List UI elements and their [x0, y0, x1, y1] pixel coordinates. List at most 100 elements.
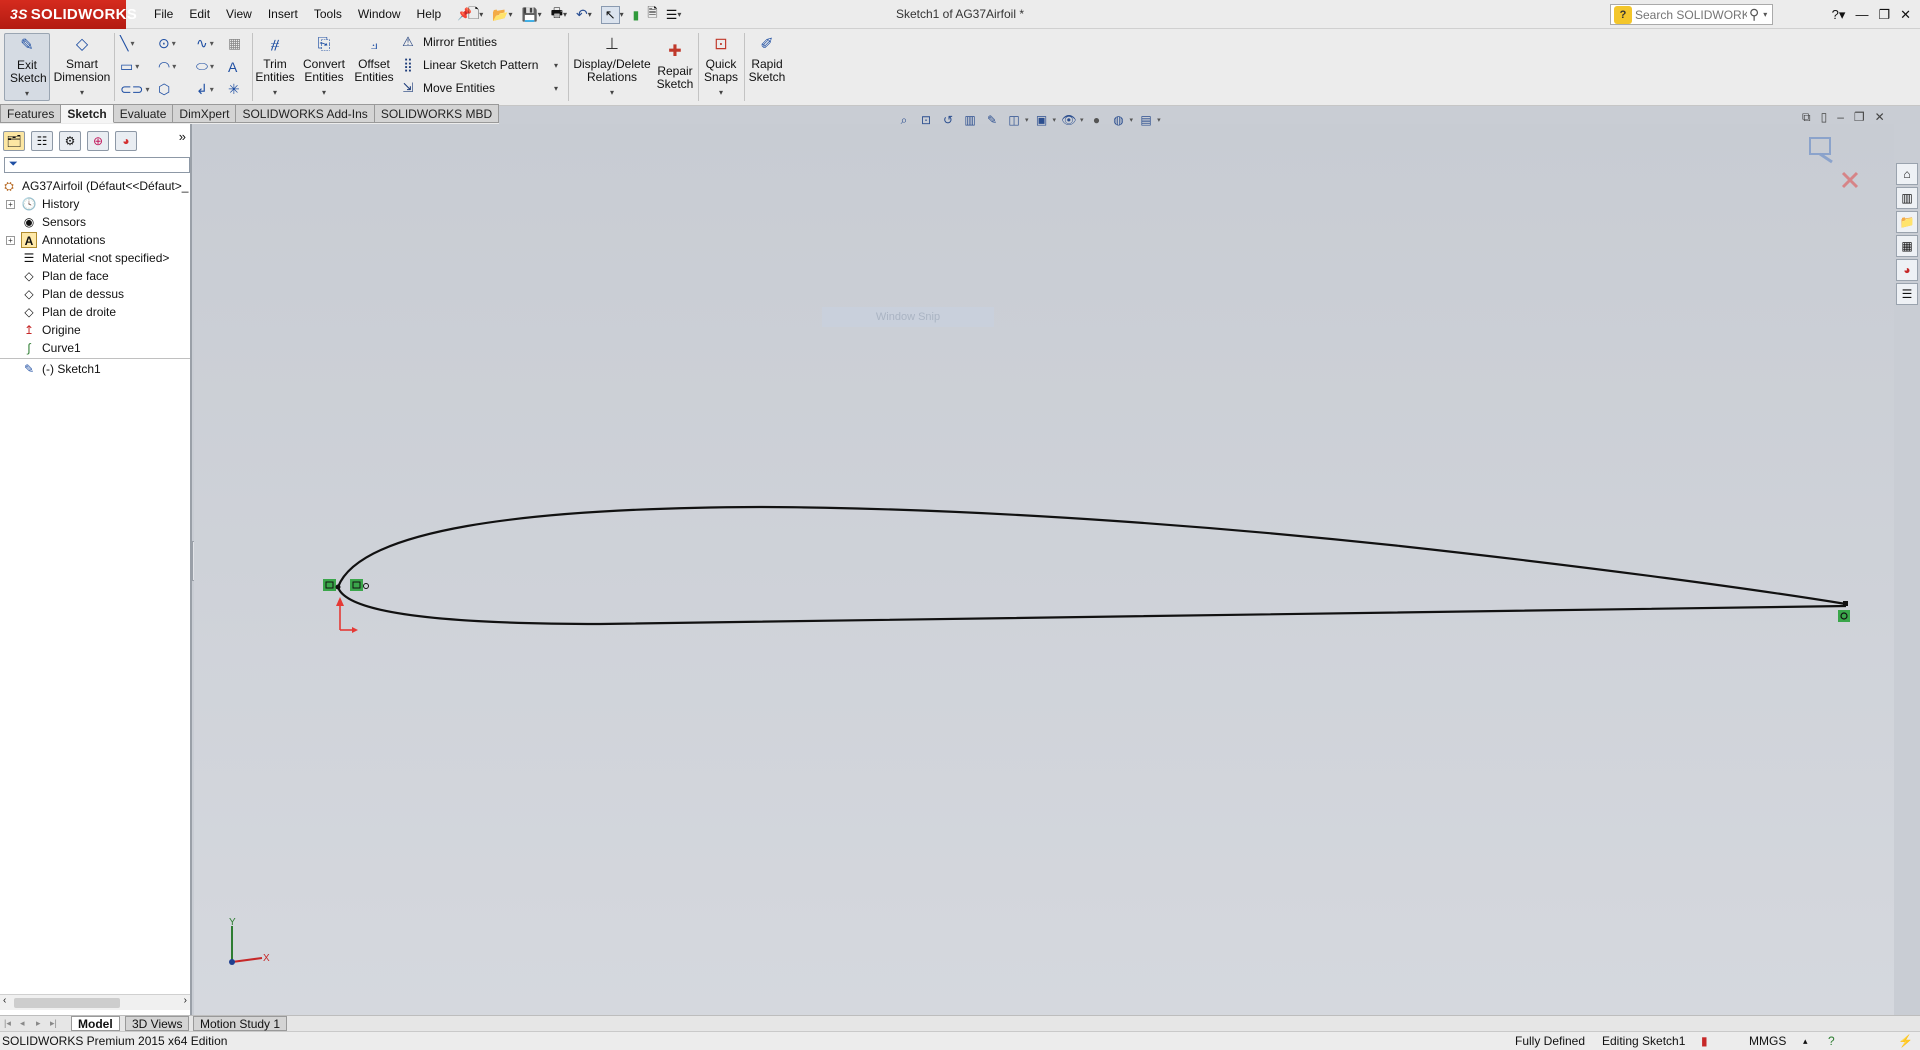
tab-solidworks-add-ins[interactable]: SOLIDWORKS Add-Ins: [236, 104, 375, 123]
tab-sketch[interactable]: Sketch: [61, 104, 114, 123]
graphics-area[interactable]: [194, 124, 1894, 1015]
tree-horizontal-scrollbar[interactable]: ‹ ›: [0, 994, 190, 1010]
tree-filter[interactable]: ⏷: [4, 157, 190, 173]
dynamic-annotation-icon[interactable]: ✎: [984, 112, 1000, 128]
apply-scene-icon[interactable]: ◍: [1111, 112, 1127, 128]
tab-dimxpert[interactable]: DimXpert: [173, 104, 237, 123]
restore-icon[interactable]: ❐: [1878, 7, 1890, 23]
tab-model[interactable]: Model: [71, 1016, 120, 1031]
cancel-sketch-x-icon[interactable]: [1841, 171, 1859, 189]
save-icon[interactable]: 💾: [521, 7, 537, 23]
pattern-dropdown-icon[interactable]: ▾: [554, 61, 558, 70]
scroll-right-icon[interactable]: ›: [184, 995, 187, 1006]
relations-dropdown-icon[interactable]: ▾: [572, 86, 652, 99]
property-manager-tab-icon[interactable]: ☷: [31, 131, 53, 151]
rapid-sketch-button[interactable]: ✐ Rapid Sketch: [746, 33, 788, 101]
repair-sketch-button[interactable]: ✚ Repair Sketch: [654, 40, 696, 108]
view-orientation-dropdown-icon[interactable]: ▾: [1025, 116, 1029, 124]
polygon-tool-icon[interactable]: ⬡: [158, 78, 196, 101]
options-dropdown-icon[interactable]: ▾: [677, 10, 681, 19]
convert-entities-button[interactable]: ⎘ Convert Entities ▾: [298, 33, 350, 101]
hide-show-dropdown-icon[interactable]: ▾: [1080, 116, 1084, 124]
quick-snaps-button[interactable]: ⊡ Quick Snaps ▾: [700, 33, 742, 101]
section-view-icon[interactable]: ▥: [962, 112, 978, 128]
display-delete-relations-button[interactable]: ⊥ Display/Delete Relations ▾: [572, 33, 652, 101]
next-tab-icon[interactable]: ▸: [36, 1018, 41, 1029]
last-tab-icon[interactable]: ▸|: [50, 1018, 57, 1029]
hide-show-items-icon[interactable]: 👁: [1061, 112, 1077, 128]
point-tool-icon[interactable]: ✳: [228, 78, 248, 101]
open-dropdown-icon[interactable]: ▾: [508, 10, 512, 19]
tab-motion-study-1[interactable]: Motion Study 1: [193, 1016, 288, 1031]
offset-entities-button[interactable]: ⟓ Offset Entities: [352, 33, 396, 101]
search-input[interactable]: [1635, 7, 1747, 22]
rollback-bar[interactable]: [0, 358, 190, 359]
menu-edit[interactable]: Edit: [181, 0, 218, 29]
menu-help[interactable]: Help: [409, 0, 450, 29]
convert-dropdown-icon[interactable]: ▾: [298, 86, 350, 99]
open-folder-icon[interactable]: 📂: [492, 7, 508, 23]
edit-appearance-icon[interactable]: ●: [1089, 112, 1105, 128]
display-style-dropdown-icon[interactable]: ▾: [1053, 116, 1057, 124]
mirror-entities-button[interactable]: ⚠ Mirror Entities: [399, 32, 497, 52]
magnifier-icon[interactable]: ⚲: [1749, 6, 1759, 23]
appearances-icon[interactable]: ◕: [1896, 259, 1918, 281]
select-arrow-icon[interactable]: ↖: [600, 5, 620, 24]
rebuild-traffic-light-icon[interactable]: ▮: [633, 8, 640, 22]
design-library-icon[interactable]: ▥: [1896, 187, 1918, 209]
tree-item-sensors[interactable]: ◉ Sensors: [0, 213, 190, 231]
configuration-manager-tab-icon[interactable]: ⚙: [59, 131, 81, 151]
exit-sketch-confirm-icon[interactable]: [1809, 137, 1833, 164]
linear-sketch-pattern-button[interactable]: ⣿ Linear Sketch Pattern ▾: [399, 55, 558, 75]
tab-evaluate[interactable]: Evaluate: [113, 104, 174, 123]
file-explorer-icon[interactable]: 📁: [1896, 211, 1918, 233]
view-orientation-icon[interactable]: ◫: [1006, 112, 1022, 128]
options-icon[interactable]: ☰: [666, 7, 678, 23]
dimxpert-manager-tab-icon[interactable]: ⊕: [87, 131, 109, 151]
apply-scene-dropdown-icon[interactable]: ▾: [1130, 116, 1134, 124]
tree-item-curve1[interactable]: ∫ Curve1: [0, 339, 190, 357]
trim-dropdown-icon[interactable]: ▾: [254, 86, 296, 99]
notification-icon[interactable]: ⚡: [1898, 1032, 1913, 1050]
sketch-picture-icon[interactable]: ▦: [228, 32, 248, 55]
smart-dimension-button[interactable]: ◇ Smart Dimension ▾: [52, 33, 112, 101]
feature-manager-tab-icon[interactable]: 🗂: [3, 131, 25, 151]
expand-icon[interactable]: +: [6, 200, 15, 209]
slot-tool-icon[interactable]: ⊂⊃ ▾: [120, 78, 158, 101]
previous-view-icon[interactable]: ↺: [940, 112, 956, 128]
undo-dropdown-icon[interactable]: ▾: [588, 10, 592, 19]
display-style-icon[interactable]: ▣: [1034, 112, 1050, 128]
exit-sketch-button[interactable]: ✎ Exit Sketch ▾: [4, 33, 50, 101]
quick-snaps-dropdown-icon[interactable]: ▾: [700, 86, 742, 99]
zoom-to-fit-icon[interactable]: ⌕: [896, 112, 912, 128]
rebuild-indicator-icon[interactable]: ▮: [1701, 1032, 1708, 1050]
view-palette-icon[interactable]: ▦: [1896, 235, 1918, 257]
expand-icon[interactable]: +: [6, 236, 15, 245]
smart-dimension-dropdown-icon[interactable]: ▾: [52, 86, 112, 99]
line-tool-icon[interactable]: ╲ ▾: [120, 32, 158, 55]
first-tab-icon[interactable]: |◂: [4, 1018, 11, 1029]
prev-tab-icon[interactable]: ◂: [20, 1018, 25, 1029]
view-settings-icon[interactable]: ▤: [1138, 112, 1154, 128]
scroll-thumb[interactable]: [14, 998, 120, 1008]
help-status-icon[interactable]: ?: [1828, 1032, 1835, 1050]
arc-tool-icon[interactable]: ◠ ▾: [158, 55, 196, 78]
search-dropdown-icon[interactable]: ▾: [1763, 10, 1767, 19]
save-dropdown-icon[interactable]: ▾: [538, 10, 542, 19]
menu-window[interactable]: Window: [350, 0, 409, 29]
search-help-box[interactable]: ? ⚲ ▾: [1610, 4, 1773, 25]
rectangle-tool-icon[interactable]: ▭ ▾: [120, 55, 158, 78]
more-tabs-icon[interactable]: »: [179, 129, 186, 144]
display-manager-tab-icon[interactable]: ◕: [115, 131, 137, 151]
unit-system-up-icon[interactable]: ▴: [1803, 1032, 1808, 1050]
exit-sketch-dropdown-icon[interactable]: ▾: [5, 87, 49, 100]
menu-view[interactable]: View: [218, 0, 260, 29]
circle-tool-icon[interactable]: ⊙ ▾: [158, 32, 196, 55]
tree-item-plan-de-droite[interactable]: ◇ Plan de droite: [0, 303, 190, 321]
menu-tools[interactable]: Tools: [306, 0, 350, 29]
tree-item-sketch1[interactable]: ✎ (-) Sketch1: [0, 360, 190, 378]
new-document-icon[interactable]: 🗋: [468, 3, 479, 27]
viewport-tile-icon[interactable]: ▯: [1821, 110, 1828, 125]
scroll-left-icon[interactable]: ‹: [3, 995, 6, 1006]
unit-system-selector[interactable]: MMGS: [1749, 1032, 1786, 1050]
